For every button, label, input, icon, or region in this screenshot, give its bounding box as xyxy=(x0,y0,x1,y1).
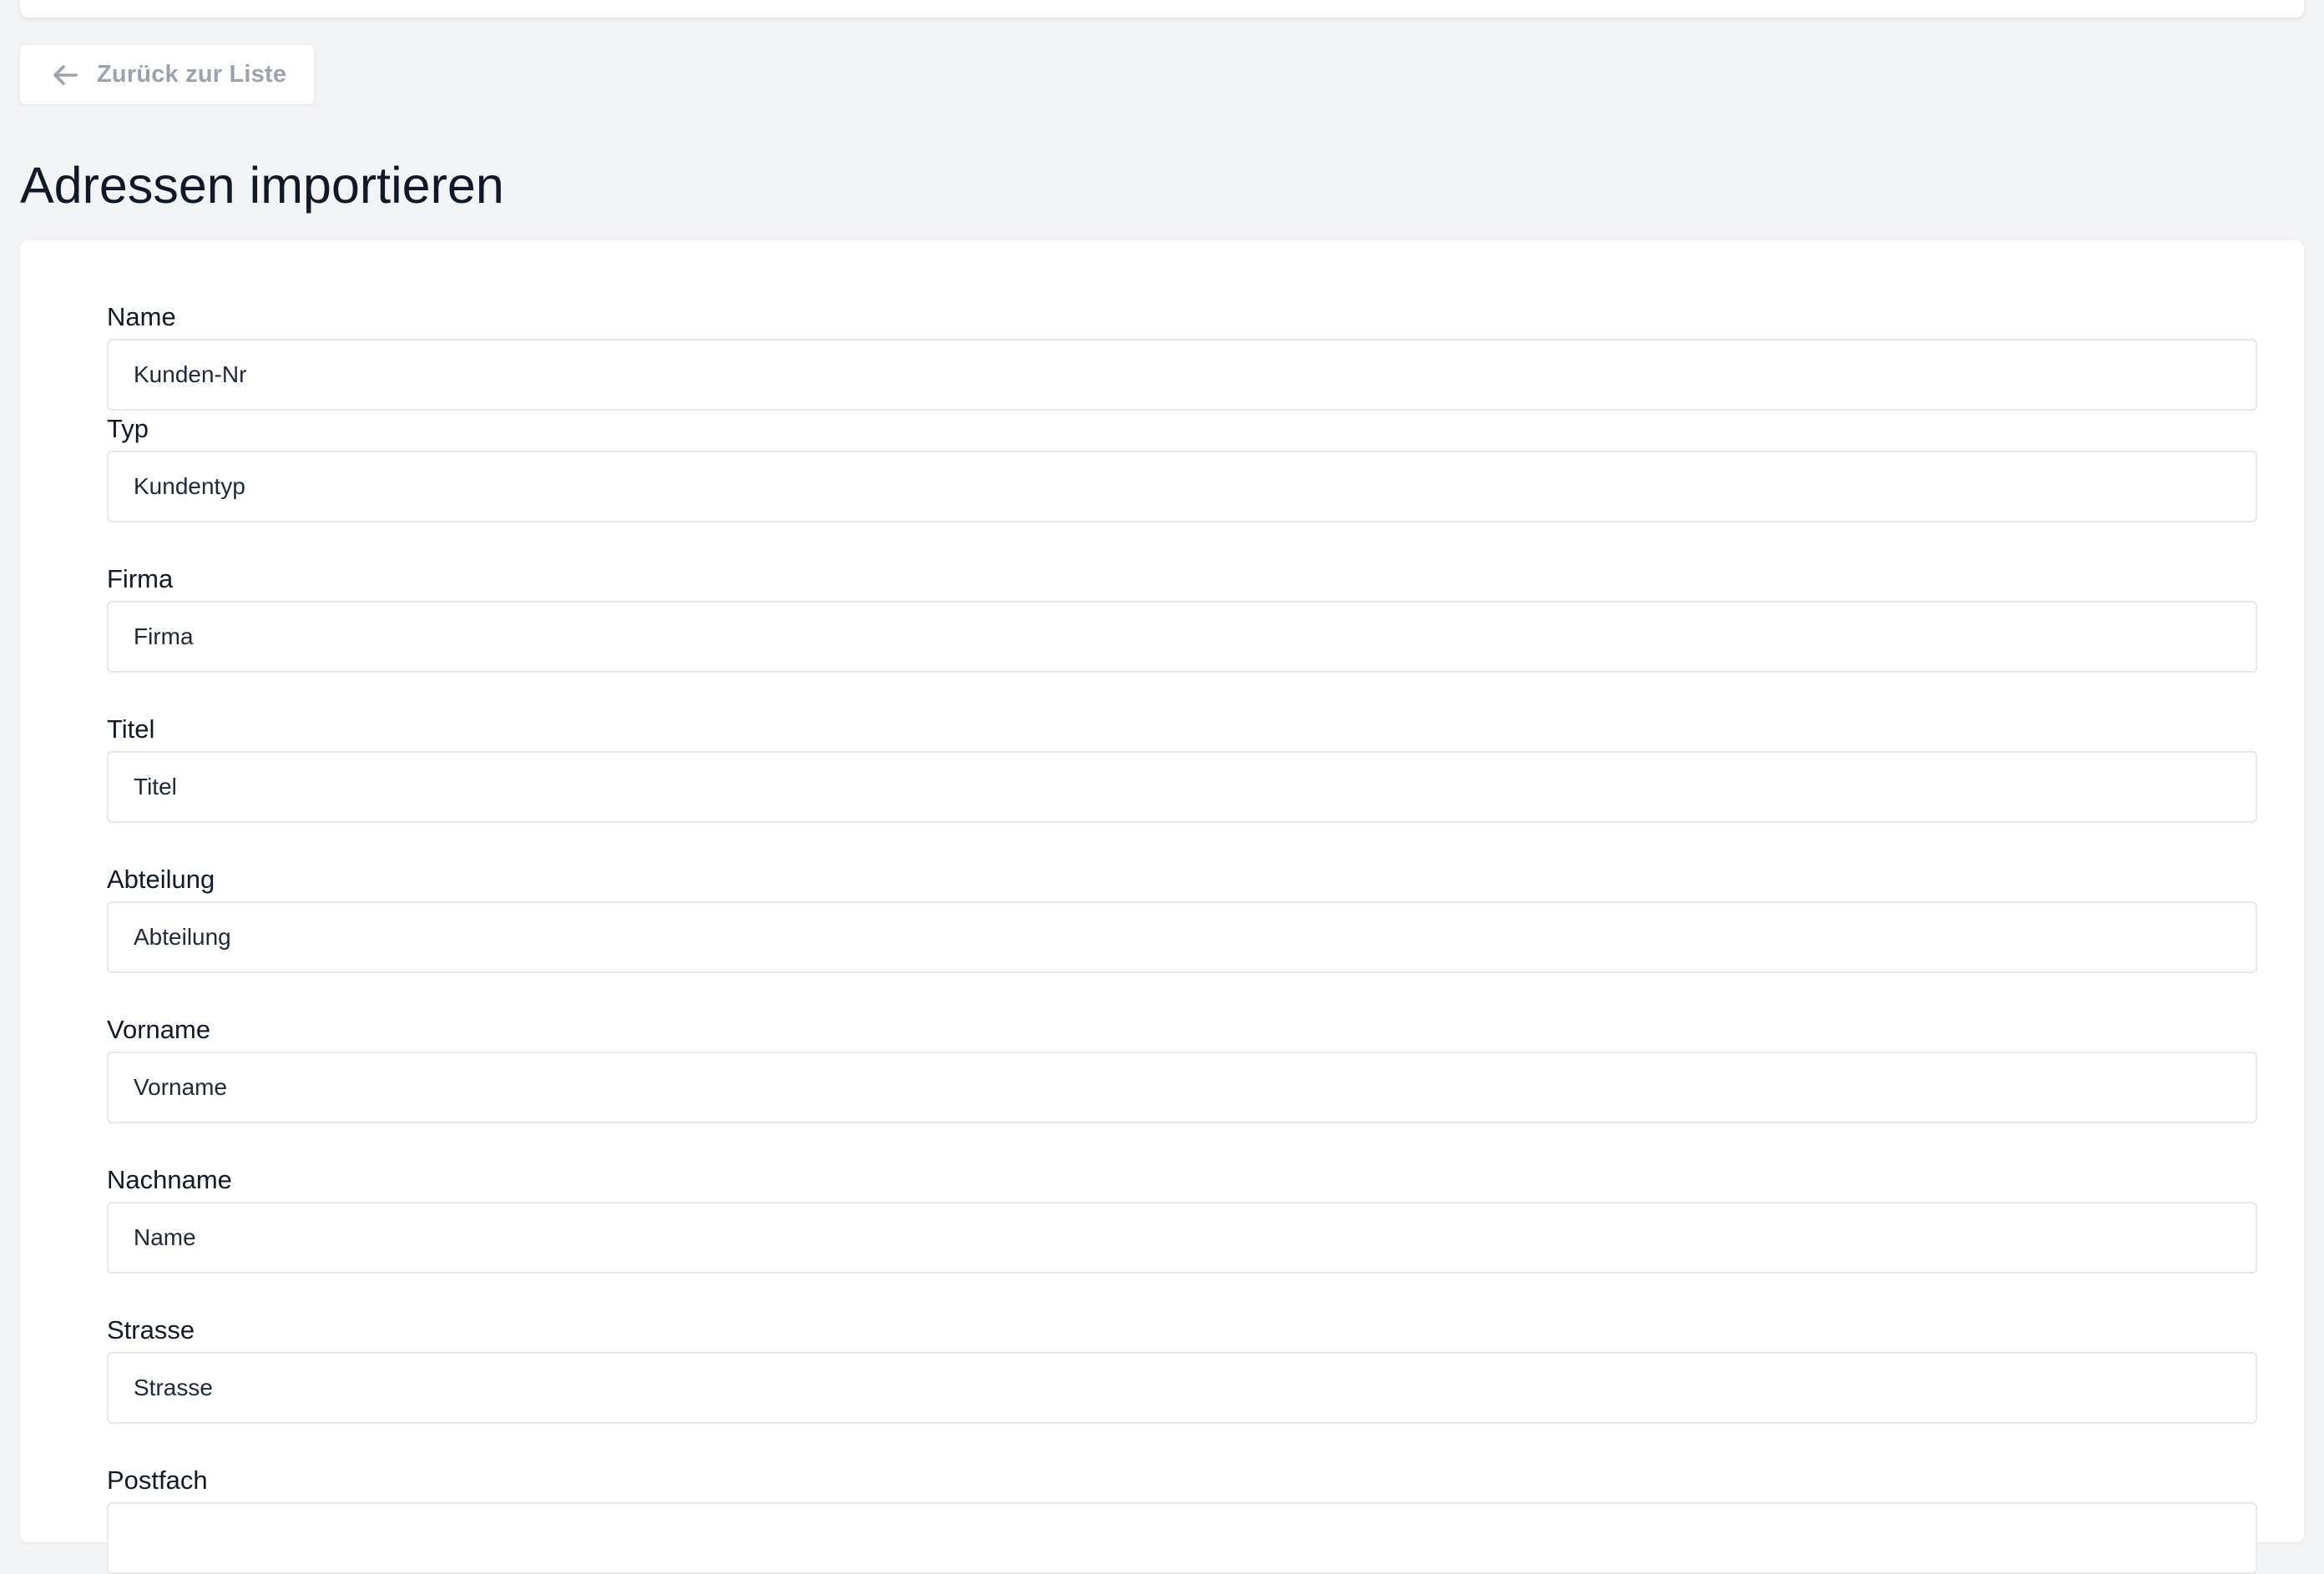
name-input[interactable] xyxy=(107,339,2257,411)
arrow-left-icon xyxy=(53,64,78,85)
vorname-input[interactable] xyxy=(107,1052,2257,1123)
typ-input[interactable] xyxy=(107,451,2257,522)
back-button-label: Zurück zur Liste xyxy=(97,61,287,88)
top-navigation-bar xyxy=(20,0,2304,18)
strasse-input[interactable] xyxy=(107,1352,2257,1424)
field-label-typ: Typ xyxy=(107,414,149,443)
field-label-titel: Titel xyxy=(107,714,155,744)
field-label-strasse: Strasse xyxy=(107,1315,195,1344)
abteilung-input[interactable] xyxy=(107,901,2257,973)
import-form-card: Name Typ Firma Titel Abteilung Vorname N… xyxy=(20,240,2304,1574)
field-label-abteilung: Abteilung xyxy=(107,865,215,894)
field-label-firma: Firma xyxy=(107,564,174,593)
field-label-vorname: Vorname xyxy=(107,1015,211,1044)
page-title: Adressen importieren xyxy=(20,157,504,214)
firma-input[interactable] xyxy=(107,601,2257,673)
titel-input[interactable] xyxy=(107,751,2257,823)
postfach-input[interactable] xyxy=(107,1502,2257,1574)
field-label-postfach: Postfach xyxy=(107,1466,208,1495)
back-to-list-button[interactable]: Zurück zur Liste xyxy=(20,45,314,104)
nachname-input[interactable] xyxy=(107,1202,2257,1274)
field-label-nachname: Nachname xyxy=(107,1165,232,1194)
field-label-name: Name xyxy=(107,302,176,331)
